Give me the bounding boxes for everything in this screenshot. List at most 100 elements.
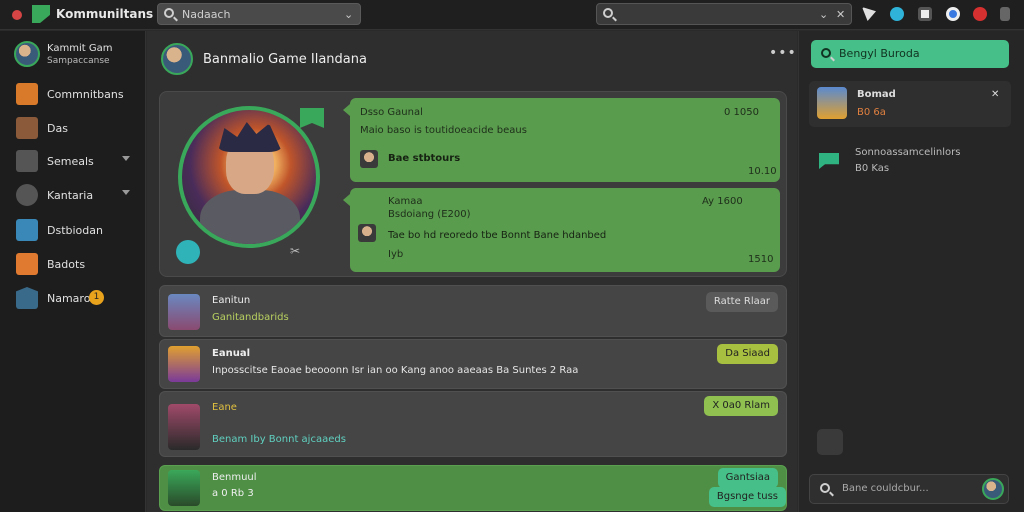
close-icon[interactable]: ✕ <box>991 89 999 100</box>
list-item-name: Eanitun <box>212 295 251 306</box>
list-item[interactable]: Eane Benam Iby Bonnt ajcaaeds X 0a0 Rlam <box>159 391 787 457</box>
message-time: 10.10 <box>748 166 777 177</box>
message-input[interactable]: Bane couldcbur... <box>809 474 1009 504</box>
sidebar-item-badots[interactable]: Badots <box>16 253 136 275</box>
search-icon <box>821 48 831 58</box>
input-placeholder: Bane couldcbur... <box>842 483 929 494</box>
sidebar-item-label: Commnitbans <box>47 88 124 101</box>
record-icon[interactable] <box>973 7 987 21</box>
hero-hair <box>218 122 282 152</box>
group-card[interactable]: Bomad B0 6a ✕ <box>809 81 1011 127</box>
avatar <box>14 41 40 67</box>
status-badge[interactable]: Gantsiaa <box>717 468 778 488</box>
community-search-input[interactable]: Nadaach ⌄ <box>157 3 361 25</box>
message-extra: Iyb <box>388 249 404 260</box>
search-icon <box>603 8 613 18</box>
message-author: Kamaa <box>388 196 423 207</box>
tools-icon[interactable] <box>862 7 876 21</box>
avatar <box>360 150 378 168</box>
sidebar-item-label: Das <box>47 122 68 135</box>
message-time: 1510 <box>748 254 774 265</box>
attach-icon[interactable] <box>817 429 843 455</box>
search-icon <box>820 483 830 493</box>
chat-icon <box>819 153 839 169</box>
list-item-sub: Inposscitse Eaoae beooonn Isr ian oo Kan… <box>212 365 579 376</box>
close-icon[interactable]: ✕ <box>836 8 845 21</box>
sidebar-item-label: Semeals <box>47 155 94 168</box>
sidebar-item-label: Badots <box>47 258 86 271</box>
user-name: Kammit Gam <box>47 43 113 54</box>
avatar <box>168 294 200 330</box>
avatar[interactable] <box>982 478 1004 500</box>
main-feed: Banmalio Game Ilandana ••• ✂ Dsso Gaunal… <box>147 31 797 512</box>
network-icon[interactable] <box>890 7 904 21</box>
global-search-input[interactable]: ⌄ ✕ <box>596 3 852 25</box>
game-icon <box>16 117 38 139</box>
notification-badge: 1 <box>89 290 104 305</box>
user-profile[interactable]: Kammit Gam Sampaccanse <box>14 41 113 67</box>
inbox-icon <box>16 287 38 309</box>
badge-icon <box>16 253 38 275</box>
chat-icon[interactable] <box>176 240 200 264</box>
list-item-name: Eanual <box>212 348 250 359</box>
message-bubble[interactable]: Dsso Gaunal 0 1050 Maio baso is toutidoe… <box>343 98 780 182</box>
new-group-button[interactable]: Bengyl Buroda <box>811 40 1009 68</box>
search-value: Nadaach <box>182 8 231 21</box>
flag-icon <box>300 108 324 128</box>
list-item[interactable]: Benmuul a 0 Rb 3 Gantsiaa Bgsnge tuss <box>159 465 787 511</box>
button-label: Bengyl Buroda <box>839 47 920 60</box>
community-avatar[interactable] <box>161 43 193 75</box>
group-name: Bomad <box>857 89 896 100</box>
list-item[interactable]: Eanitun Ganitandbarids Ratte Rlaar <box>159 285 787 337</box>
hero-armor <box>200 190 300 244</box>
status-badge[interactable]: Ratte Rlaar <box>705 292 778 312</box>
more-icon[interactable]: ••• <box>769 45 797 61</box>
message-sub: Bsdoiang (E200) <box>388 209 471 220</box>
commnit-icon <box>16 83 38 105</box>
status-badge[interactable]: X 0a0 Rlam <box>704 396 778 416</box>
sidebar-item-communities[interactable]: Commnitbans <box>16 83 136 105</box>
menu-icon[interactable] <box>1000 7 1010 21</box>
sidebar-item-semeals[interactable]: Semeals <box>16 150 136 172</box>
globe-icon[interactable] <box>946 7 960 21</box>
status-badge[interactable]: Da Siaad <box>717 344 778 364</box>
group-card[interactable]: Sonnoassamcelinlors B0 Kas <box>809 139 1011 183</box>
sidebar-item-label: Namaro <box>47 292 91 305</box>
list-item-sub: a 0 Rb 3 <box>212 488 254 499</box>
message-body: Tae bo hd reoredo tbe Bonnt Bane hdanbed <box>388 230 607 241</box>
list-item-sub: Ganitandbarids <box>212 312 289 323</box>
right-pane: Bengyl Buroda Bomad B0 6a ✕ Sonnoassamce… <box>798 31 1024 512</box>
link-icon[interactable]: ✂ <box>290 244 300 258</box>
chevron-down-icon[interactable]: ⌄ <box>344 8 353 21</box>
group-sub: B0 Kas <box>855 163 890 174</box>
list-item-sub: Benam Iby Bonnt ajcaaeds <box>212 434 346 445</box>
chevron-down-icon[interactable] <box>122 190 130 195</box>
search-icon <box>164 8 174 18</box>
group-name: Sonnoassamcelinlors <box>855 147 961 158</box>
message-time: 0 1050 <box>724 107 759 118</box>
status-badge[interactable]: Bgsnge tuss <box>708 487 786 507</box>
avatar <box>168 404 200 450</box>
list-item[interactable]: Eanual Inposscitse Eaoae beooonn Isr ian… <box>159 339 787 389</box>
chevron-down-icon[interactable] <box>122 156 130 161</box>
sidebar-item-das[interactable]: Das <box>16 117 136 139</box>
featured-panel: ✂ Dsso Gaunal 0 1050 Maio baso is toutid… <box>159 91 787 277</box>
avatar <box>817 87 847 119</box>
sidebar-item-namaro[interactable]: Namaro 1 <box>16 287 136 309</box>
message-body: Maio baso is toutidoeacide beaus <box>360 125 527 136</box>
sidebar-item-kantaria[interactable]: Kantaria <box>16 184 136 206</box>
group-sub: B0 6a <box>857 107 886 118</box>
avatar <box>168 470 200 506</box>
window-icon[interactable] <box>918 7 932 21</box>
message-author: Dsso Gaunal <box>360 107 423 118</box>
avatar <box>168 346 200 382</box>
close-window-icon[interactable] <box>12 10 22 20</box>
page-title: Banmalio Game Ilandana <box>203 52 367 67</box>
sidebar-item-dstbiodan[interactable]: Dstbiodan <box>16 219 136 241</box>
chevron-down-icon[interactable]: ⌄ <box>819 8 828 21</box>
message-bubble[interactable]: Kamaa Bsdoiang (E200) Ay 1600 Tae bo hd … <box>343 188 780 272</box>
avatar <box>358 224 376 242</box>
settings-icon <box>16 184 38 206</box>
sidebar: Kammit Gam Sampaccanse Commnitbans Das S… <box>0 31 146 512</box>
hero-image <box>178 106 320 248</box>
